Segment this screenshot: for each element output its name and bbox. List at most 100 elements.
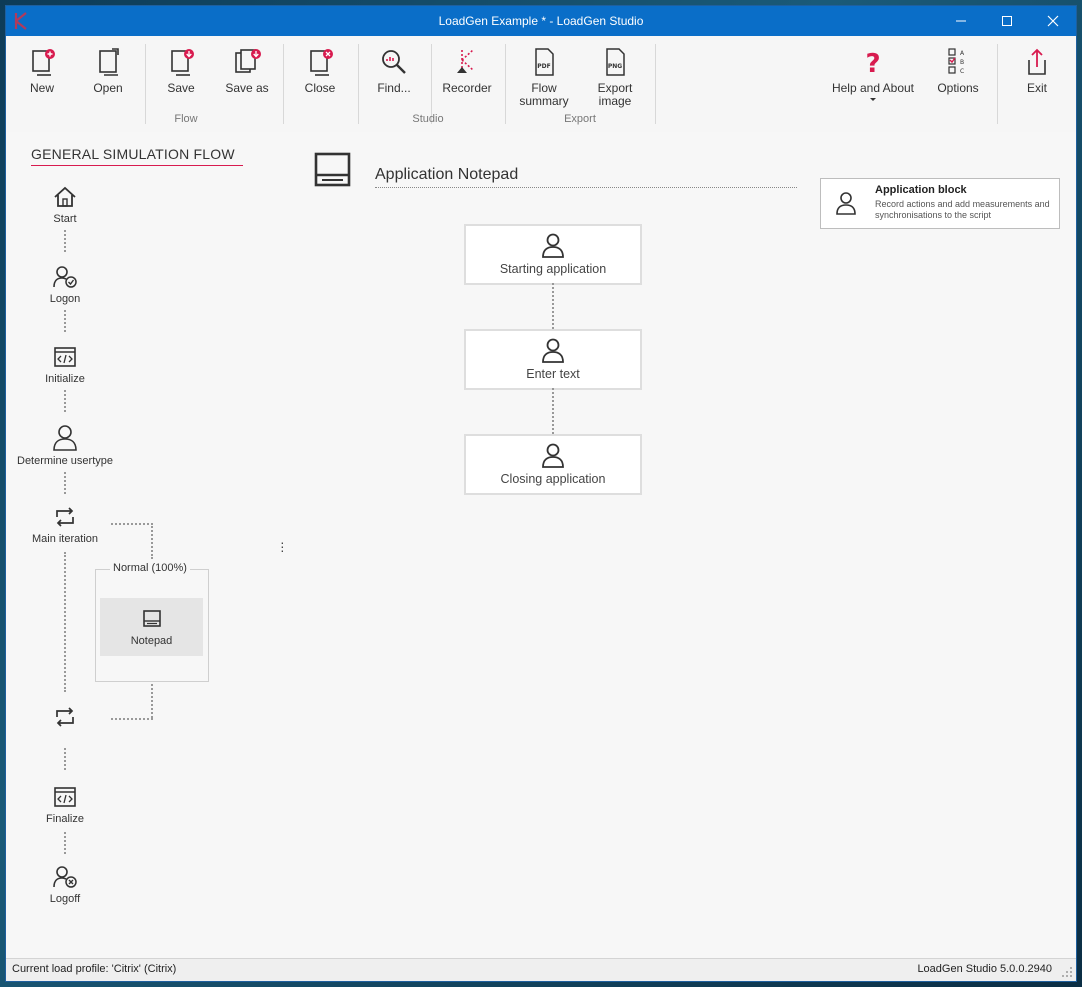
open-button[interactable]: Open — [78, 46, 138, 108]
user-icon — [836, 192, 856, 215]
group-label-export: Export — [564, 113, 596, 125]
ribbon-separator — [358, 44, 359, 124]
open-document-icon — [99, 48, 119, 76]
flow-node-start[interactable]: Start — [10, 184, 120, 225]
save-icon — [171, 49, 194, 76]
ribbon-separator — [431, 44, 432, 124]
loop-icon — [56, 507, 74, 527]
open-label: Open — [93, 81, 123, 95]
user-icon — [542, 443, 564, 468]
user-logon-icon — [53, 266, 77, 288]
branch-connector — [151, 684, 153, 718]
block-connector — [552, 283, 554, 329]
close-document-icon — [310, 49, 333, 76]
flow-node-label: Finalize — [46, 813, 84, 825]
application-block-palette-item[interactable]: Application block Record actions and add… — [820, 178, 1060, 229]
notepad-block[interactable]: Notepad — [100, 598, 203, 656]
find-label: Find... — [377, 81, 411, 95]
page-title: Application Notepad — [375, 166, 519, 183]
export-image-label: Export image — [597, 81, 633, 108]
flow-connector — [64, 832, 66, 854]
app-block-enter-text[interactable]: Enter text — [464, 329, 642, 390]
help-about-button[interactable]: ? Help and About — [828, 46, 918, 108]
close-file-button[interactable]: Close — [290, 46, 350, 108]
flow-node-label: Logoff — [49, 893, 81, 905]
maximize-button[interactable] — [984, 6, 1030, 36]
flow-node-finalize[interactable]: Finalize — [10, 784, 120, 825]
flow-node-initialize[interactable]: Initialize — [10, 344, 120, 385]
resize-grip-icon[interactable] — [1061, 966, 1073, 978]
group-label-flow: Flow — [174, 113, 198, 125]
flow-node-logoff[interactable]: Logoff — [10, 864, 120, 905]
new-button[interactable]: New — [12, 46, 72, 108]
title-underline — [375, 187, 797, 188]
flow-summary-label: Flow summary — [519, 81, 569, 108]
ribbon-separator — [505, 44, 506, 124]
ribbon-separator — [655, 44, 656, 124]
user-logoff-icon — [53, 866, 77, 888]
application-monitor-icon — [314, 152, 351, 187]
flow-connector — [64, 230, 66, 252]
exit-icon — [1028, 48, 1046, 75]
close-window-button[interactable] — [1030, 6, 1076, 36]
flow-title: GENERAL SIMULATION FLOW — [31, 146, 243, 166]
svg-text:PDF: PDF — [537, 63, 550, 70]
find-button[interactable]: Find... — [364, 46, 424, 108]
minimize-button[interactable] — [938, 6, 984, 36]
flow-node-main-iteration[interactable]: Main iteration — [10, 504, 120, 545]
recorder-button[interactable]: Recorder — [437, 46, 497, 108]
title-bar[interactable]: LoadGen Example * - LoadGen Studio — [6, 6, 1076, 36]
user-icon — [542, 233, 564, 258]
exit-button[interactable]: Exit — [1007, 46, 1067, 108]
flow-node-determine-usertype[interactable]: Determine usertype — [10, 422, 120, 467]
flow-node-label: Logon — [49, 293, 81, 305]
code-window-icon — [54, 787, 76, 807]
app-window: LoadGen Example * - LoadGen Studio New O… — [5, 5, 1077, 982]
ribbon-separator — [145, 44, 146, 124]
status-version: LoadGen Studio 5.0.0.2940 — [917, 963, 1052, 975]
flow-connector — [64, 748, 66, 770]
flow-summary-button[interactable]: PDF Flow summary — [514, 46, 574, 108]
recorder-icon — [457, 49, 474, 73]
save-as-button[interactable]: Save as — [217, 46, 277, 108]
app-block-starting-application[interactable]: Starting application — [464, 224, 642, 285]
pdf-icon: PDF — [535, 48, 554, 76]
png-icon: PNG — [606, 48, 625, 76]
status-bar: Current load profile: 'Citrix' (Citrix) … — [6, 958, 1076, 981]
flow-node-iteration-end[interactable] — [10, 704, 120, 733]
save-as-icon — [235, 49, 261, 73]
flow-connector — [64, 472, 66, 494]
app-block-label: Starting application — [499, 262, 607, 276]
block-connector — [552, 388, 554, 434]
app-block-closing-application[interactable]: Closing application — [464, 434, 642, 495]
options-checklist-icon: A B C — [948, 48, 965, 75]
export-image-button[interactable]: PNG Export image — [585, 46, 645, 108]
help-icon: ? — [865, 49, 880, 78]
app-block-label: Closing application — [500, 472, 606, 486]
info-card-description: Record actions and add measurements and … — [875, 199, 1050, 220]
options-label: Options — [937, 81, 979, 95]
status-load-profile: Current load profile: 'Citrix' (Citrix) — [12, 963, 177, 975]
save-label: Save — [167, 81, 195, 95]
svg-text:?: ? — [865, 49, 880, 78]
panel-splitter-handle[interactable]: · · · — [280, 535, 285, 557]
flow-node-logon[interactable]: Logon — [10, 264, 120, 305]
dropdown-arrow-icon — [870, 98, 876, 101]
svg-text:PNG: PNG — [608, 63, 622, 70]
svg-text:B: B — [960, 59, 964, 66]
options-button[interactable]: A B C Options — [928, 46, 988, 108]
home-icon — [54, 186, 76, 207]
app-block-label: Enter text — [526, 367, 580, 381]
flow-node-label: Main iteration — [31, 533, 99, 545]
notepad-block-label: Notepad — [130, 635, 173, 647]
info-card-title: Application block — [875, 184, 967, 196]
branch-connector — [151, 523, 153, 559]
save-button[interactable]: Save — [151, 46, 211, 108]
new-document-icon — [32, 49, 55, 76]
user-icon — [53, 425, 77, 451]
flow-node-label: Initialize — [45, 373, 85, 385]
svg-text:C: C — [960, 68, 964, 75]
close-label: Close — [304, 81, 336, 95]
svg-text:A: A — [960, 50, 965, 57]
save-as-label: Save as — [225, 81, 269, 95]
